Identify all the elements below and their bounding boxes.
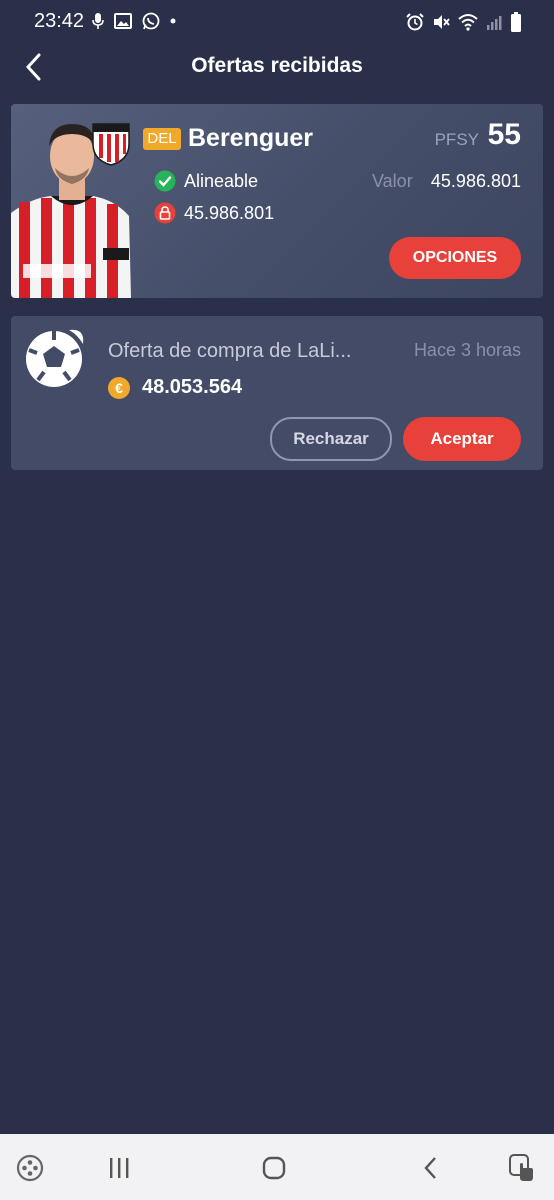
reject-button[interactable]: Rechazar (270, 417, 392, 461)
accept-button[interactable]: Aceptar (403, 417, 521, 461)
position-badge: DEL (143, 128, 181, 150)
app-bar: Ofertas recibidas (0, 44, 554, 90)
valor-value: 45.986.801 (430, 171, 521, 191)
valor-label: Valor (372, 171, 413, 191)
status-right-icons (406, 12, 522, 32)
back-arrow-icon (424, 1157, 436, 1179)
recent-apps-button[interactable] (103, 1152, 135, 1184)
check-circle-icon (154, 170, 176, 192)
signal-icon (487, 16, 502, 30)
player-status: Alineable (154, 170, 258, 192)
player-card[interactable]: DEL Berenguer PFSY 55 Alineable 45.986.8… (11, 104, 543, 298)
lock-icon (154, 202, 176, 224)
player-status-label: Alineable (184, 170, 259, 191)
pfsy-value: 55 (487, 118, 521, 151)
wifi-icon (458, 14, 478, 31)
euro-coin-icon: € (108, 376, 130, 399)
options-button[interactable]: OPCIONES (389, 237, 521, 279)
mute-icon (434, 15, 450, 29)
game-launcher-button[interactable] (14, 1152, 46, 1184)
status-time: 23:42 (34, 10, 85, 32)
image-icon (114, 13, 132, 29)
home-button[interactable] (258, 1152, 290, 1184)
home-icon (262, 1156, 286, 1180)
alarm-icon (406, 13, 424, 31)
system-nav-bar (0, 1134, 554, 1200)
offer-time: Hace 3 horas (413, 340, 521, 360)
touch-assist-icon (509, 1154, 533, 1181)
recent-apps-icon (110, 1158, 129, 1178)
battery-icon (511, 12, 521, 32)
offer-card: Oferta de compra de LaLi... Hace 3 horas… (11, 316, 543, 470)
system-back-button[interactable] (414, 1152, 446, 1184)
page-title: Ofertas recibidas (191, 54, 363, 77)
mic-icon (92, 13, 104, 29)
player-clause-value: 45.986.801 (184, 202, 275, 223)
player-name: Berenguer (188, 124, 314, 152)
offer-amount-row: € 48.053.564 (108, 376, 242, 399)
whatsapp-icon (142, 12, 160, 30)
dot-icon (170, 18, 176, 24)
offer-title: Oferta de compra de LaLi... (108, 340, 352, 362)
assistant-button[interactable] (506, 1152, 538, 1184)
gamepad-icon (16, 1154, 44, 1182)
club-crest-icon (92, 123, 130, 166)
status-bar: 23:42 (0, 0, 554, 44)
status-left-icons (92, 12, 176, 30)
player-clause: 45.986.801 (154, 202, 274, 224)
laliga-logo-icon (26, 329, 84, 387)
pfsy-label: PFSY (434, 130, 479, 149)
offer-amount: 48.053.564 (142, 376, 243, 398)
